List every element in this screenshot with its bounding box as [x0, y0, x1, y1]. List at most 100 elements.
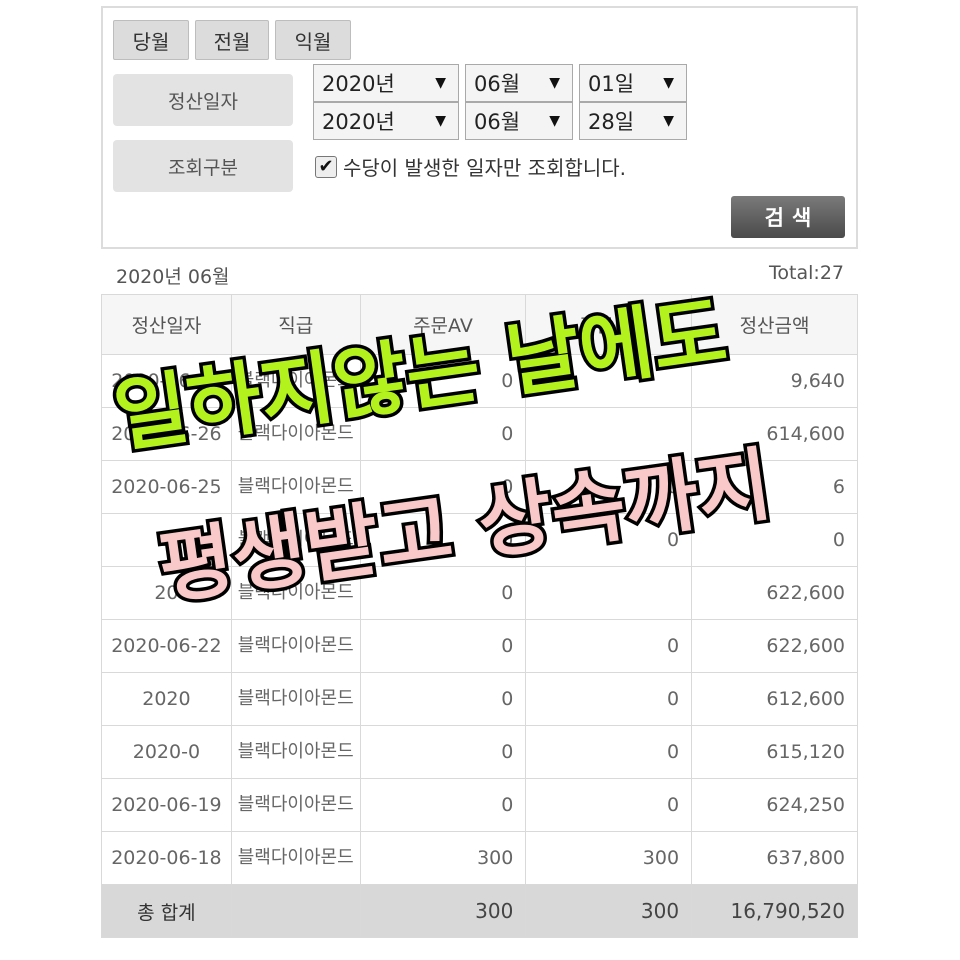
- chevron-down-icon: ▼: [663, 113, 674, 129]
- row-order-av: 0: [359, 566, 527, 620]
- row-rank: 블랙다이아몬드: [230, 619, 361, 673]
- column-header-date[interactable]: 정산일자: [101, 294, 232, 355]
- allowance-only-option: ✔ 수당이 발생한 일자만 조회합니다.: [315, 152, 626, 181]
- end-month-value: 06월: [474, 110, 521, 134]
- previous-month-button[interactable]: 전월: [195, 20, 269, 60]
- current-month-button[interactable]: 당월: [113, 20, 189, 60]
- row-settlement-amount: 622,600: [691, 566, 858, 620]
- chevron-down-icon: ▼: [435, 113, 446, 129]
- row-rank: 블랙다이아몬드: [230, 460, 361, 514]
- total-count: Total:27: [769, 262, 844, 284]
- row-rank: 블랙다이아몬드: [230, 407, 361, 461]
- total-row: 총 합계 300 300 16,790,520: [101, 884, 858, 938]
- row-date: 2020-06-25: [101, 460, 232, 514]
- row-order-av: 300: [359, 831, 527, 885]
- row-date: 2020-06-19: [101, 778, 232, 832]
- row-order-av: 0: [359, 354, 527, 408]
- row-order-av: 0: [359, 672, 527, 726]
- row-date: 2020-06-22: [101, 619, 232, 673]
- row-rank: 블랙다이아몬드: [230, 831, 361, 885]
- column-header-settlement-amount[interactable]: 정산금액: [691, 294, 858, 355]
- row-rank: 블랙다이아몬드: [230, 778, 361, 832]
- start-day-select[interactable]: 01일 ▼: [579, 64, 687, 102]
- allowance-only-checkbox[interactable]: ✔: [315, 155, 337, 178]
- table-row[interactable]: 2020-06-22 블랙다이아몬드 0 0 622,600: [101, 619, 858, 673]
- row-settlement-amount: 637,800: [691, 831, 858, 885]
- start-year-value: 2020년: [322, 72, 395, 96]
- row-order-pv: [525, 407, 693, 461]
- chevron-down-icon: ▼: [549, 113, 560, 129]
- end-day-select[interactable]: 28일 ▼: [579, 102, 687, 140]
- total-order-av: 300: [359, 884, 527, 938]
- row-date: 2020-06-18: [101, 831, 232, 885]
- row-date: 2020: [101, 672, 232, 726]
- row-order-pv: [525, 354, 693, 408]
- end-month-select[interactable]: 06월 ▼: [465, 102, 573, 140]
- row-rank: 블랙다이아몬드: [230, 354, 361, 408]
- table-header-row: 정산일자 직급 주문AV 주문PV 정산금액: [101, 294, 858, 355]
- row-order-pv: 0: [525, 778, 693, 832]
- chevron-down-icon: ▼: [435, 75, 446, 91]
- row-rank: 블랙다이아몬드: [230, 725, 361, 779]
- table-row[interactable]: 2020-06-19 블랙다이아몬드 0 0 624,250: [101, 778, 858, 832]
- end-day-value: 28일: [588, 110, 635, 134]
- table-row[interactable]: 20 블랙다이아몬드 0 622,600: [101, 566, 858, 620]
- table-row[interactable]: 2020-06-25 블랙다이아몬드 0 0 6: [101, 460, 858, 514]
- row-date: 20: [101, 566, 232, 620]
- row-settlement-amount: 624,250: [691, 778, 858, 832]
- row-order-pv: 0: [525, 619, 693, 673]
- row-date: 2020-0: [101, 725, 232, 779]
- total-label: 총 합계: [101, 884, 232, 938]
- table-row[interactable]: 2020-06-18 블랙다이아몬드 300 300 637,800: [101, 831, 858, 885]
- row-order-av: 0: [359, 407, 527, 461]
- table-row[interactable]: 2020-06-26 블랙다이아몬드 0 614,600: [101, 407, 858, 461]
- search-button[interactable]: 검색: [731, 196, 845, 238]
- row-settlement-amount: 622,600: [691, 619, 858, 673]
- row-order-pv: 0: [525, 725, 693, 779]
- allowance-only-label: 수당이 발생한 일자만 조회합니다.: [343, 156, 627, 180]
- table-row[interactable]: 2020 블랙다이아몬드 0 0 612,600: [101, 672, 858, 726]
- settlement-table: 정산일자 직급 주문AV 주문PV 정산금액 2020-06-27 블랙다이아몬…: [101, 294, 858, 938]
- period-label: 2020년 06월: [116, 266, 230, 288]
- row-settlement-amount: 6: [691, 460, 858, 514]
- row-order-av: 0: [359, 513, 527, 567]
- table-row[interactable]: 2020-06-27 블랙다이아몬드 0 9,640: [101, 354, 858, 408]
- start-day-value: 01일: [588, 72, 635, 96]
- settlement-date-label: 정산일자: [113, 74, 293, 126]
- row-date: 2020-06-27: [101, 354, 232, 408]
- row-rank: 블랙다이아몬드: [230, 566, 361, 620]
- end-year-select[interactable]: 2020년 ▼: [313, 102, 459, 140]
- row-settlement-amount: 0: [691, 513, 858, 567]
- chevron-down-icon: ▼: [663, 75, 674, 91]
- row-date: 2: [101, 513, 232, 567]
- total-rank-empty: [230, 884, 361, 938]
- search-filter-panel: 당월 전월 익월 정산일자 2020년 ▼ 06월 ▼ 01일 ▼ 2020년 …: [101, 6, 858, 249]
- table-row[interactable]: 2020-0 블랙다이아몬드 0 0 615,120: [101, 725, 858, 779]
- row-settlement-amount: 615,120: [691, 725, 858, 779]
- total-order-pv: 300: [525, 884, 693, 938]
- start-month-select[interactable]: 06월 ▼: [465, 64, 573, 102]
- total-settlement-amount: 16,790,520: [691, 884, 858, 938]
- row-settlement-amount: 612,600: [691, 672, 858, 726]
- row-order-pv: [525, 566, 693, 620]
- end-year-value: 2020년: [322, 110, 395, 134]
- column-header-rank[interactable]: 직급: [230, 294, 361, 355]
- row-order-av: 0: [359, 778, 527, 832]
- column-header-order-av[interactable]: 주문AV: [359, 294, 527, 355]
- start-month-value: 06월: [474, 72, 521, 96]
- row-order-pv: 0: [525, 460, 693, 514]
- chevron-down-icon: ▼: [549, 75, 560, 91]
- row-order-av: 0: [359, 725, 527, 779]
- row-order-pv: 300: [525, 831, 693, 885]
- next-month-button[interactable]: 익월: [275, 20, 351, 60]
- row-settlement-amount: 614,600: [691, 407, 858, 461]
- row-rank: 블랙다이아몬드: [230, 513, 361, 567]
- row-rank: 블랙다이아몬드: [230, 672, 361, 726]
- row-order-av: 0: [359, 619, 527, 673]
- start-year-select[interactable]: 2020년 ▼: [313, 64, 459, 102]
- column-header-order-pv[interactable]: 주문PV: [525, 294, 693, 355]
- table-row[interactable]: 2 블랙다이아몬드 0 0 0: [101, 513, 858, 567]
- row-order-pv: 0: [525, 672, 693, 726]
- query-type-label: 조회구분: [113, 140, 293, 192]
- row-date: 2020-06-26: [101, 407, 232, 461]
